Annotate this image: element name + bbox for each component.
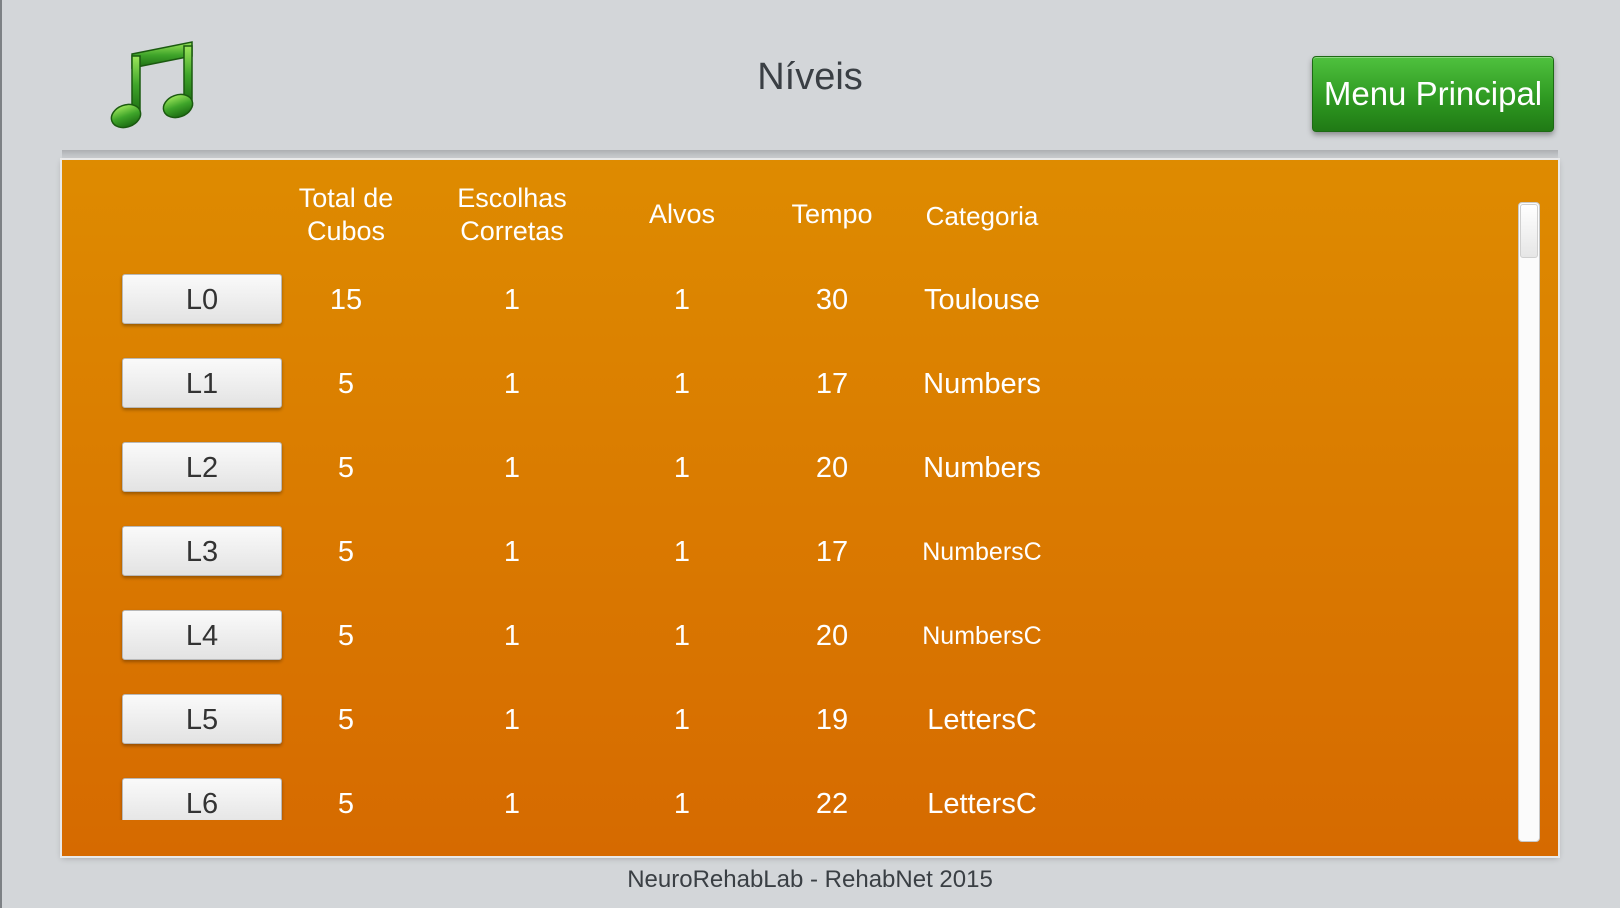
- cell-targets: 1: [673, 452, 691, 484]
- cell-category: LettersC: [927, 704, 1037, 736]
- cell-category: NumbersC: [922, 538, 1042, 566]
- cell-correct-choices: 1: [503, 368, 521, 400]
- level-button-l0[interactable]: L0: [122, 274, 282, 324]
- levels-table: Total de Cubos Escolhas Corretas Alvos T…: [62, 160, 1558, 820]
- table-row: L3 5 1 1 17 NumbersC: [62, 524, 1502, 580]
- cell-total-cubes: 5: [337, 620, 355, 652]
- cell-total-cubes: 5: [337, 452, 355, 484]
- column-header-category: Categoria: [925, 201, 1039, 231]
- main-menu-button[interactable]: Menu Principal: [1312, 56, 1554, 132]
- levels-panel: Total de Cubos Escolhas Corretas Alvos T…: [62, 160, 1558, 856]
- level-button-l6[interactable]: L6: [122, 778, 282, 820]
- level-button-l3[interactable]: L3: [122, 526, 282, 576]
- cell-correct-choices: 1: [503, 620, 521, 652]
- scrollbar-thumb[interactable]: [1520, 204, 1538, 258]
- cell-targets: 1: [673, 284, 691, 316]
- table-row: L5 5 1 1 19 LettersC: [62, 692, 1502, 748]
- cell-category: NumbersC: [922, 622, 1042, 650]
- column-header-correct-line1: Escolhas: [457, 183, 567, 213]
- cell-category: LettersC: [927, 788, 1037, 820]
- cell-time: 17: [815, 368, 849, 400]
- table-row: L4 5 1 1 20 NumbersC: [62, 608, 1502, 664]
- window-edge: [0, 0, 2, 908]
- column-header-targets: Alvos: [648, 199, 716, 229]
- cell-total-cubes: 5: [337, 704, 355, 736]
- cell-time: 20: [815, 620, 849, 652]
- cell-time: 17: [815, 536, 849, 568]
- level-button-l5[interactable]: L5: [122, 694, 282, 744]
- cell-targets: 1: [673, 704, 691, 736]
- table-row: L6 5 1 1 22 LettersC: [62, 776, 1502, 820]
- cell-category: Numbers: [923, 368, 1041, 400]
- column-header-total-cubes: Total de Cubos: [286, 182, 406, 248]
- cell-time: 30: [815, 284, 849, 316]
- header-divider: [62, 150, 1558, 160]
- cell-total-cubes: 5: [337, 788, 355, 820]
- table-row: L1 5 1 1 17 Numbers: [62, 356, 1502, 412]
- cell-time: 20: [815, 452, 849, 484]
- table-row: L2 5 1 1 20 Numbers: [62, 440, 1502, 496]
- cell-category: Toulouse: [923, 284, 1041, 316]
- cell-correct-choices: 1: [503, 284, 521, 316]
- level-button-l2[interactable]: L2: [122, 442, 282, 492]
- cell-targets: 1: [673, 620, 691, 652]
- cell-correct-choices: 1: [503, 788, 521, 820]
- level-button-l4[interactable]: L4: [122, 610, 282, 660]
- cell-total-cubes: 15: [329, 284, 363, 316]
- cell-targets: 1: [673, 368, 691, 400]
- cell-correct-choices: 1: [503, 704, 521, 736]
- cell-total-cubes: 5: [337, 536, 355, 568]
- cell-total-cubes: 5: [337, 368, 355, 400]
- column-header-total-line2: Cubos: [306, 216, 386, 246]
- cell-targets: 1: [673, 788, 691, 820]
- cell-time: 19: [815, 704, 849, 736]
- column-header-total-line1: Total de: [298, 183, 394, 213]
- cell-correct-choices: 1: [503, 536, 521, 568]
- column-header-correct-choices: Escolhas Corretas: [432, 182, 592, 248]
- column-header-time: Tempo: [791, 199, 873, 229]
- column-header-correct-line2: Corretas: [460, 216, 564, 246]
- footer-credit: NeuroRehabLab - RehabNet 2015: [627, 866, 993, 893]
- vertical-scrollbar[interactable]: [1518, 202, 1540, 842]
- cell-correct-choices: 1: [503, 452, 521, 484]
- cell-targets: 1: [673, 536, 691, 568]
- cell-category: Numbers: [923, 452, 1041, 484]
- table-row: L0 15 1 1 30 Toulouse: [62, 272, 1502, 328]
- level-button-l1[interactable]: L1: [122, 358, 282, 408]
- cell-time: 22: [815, 788, 849, 820]
